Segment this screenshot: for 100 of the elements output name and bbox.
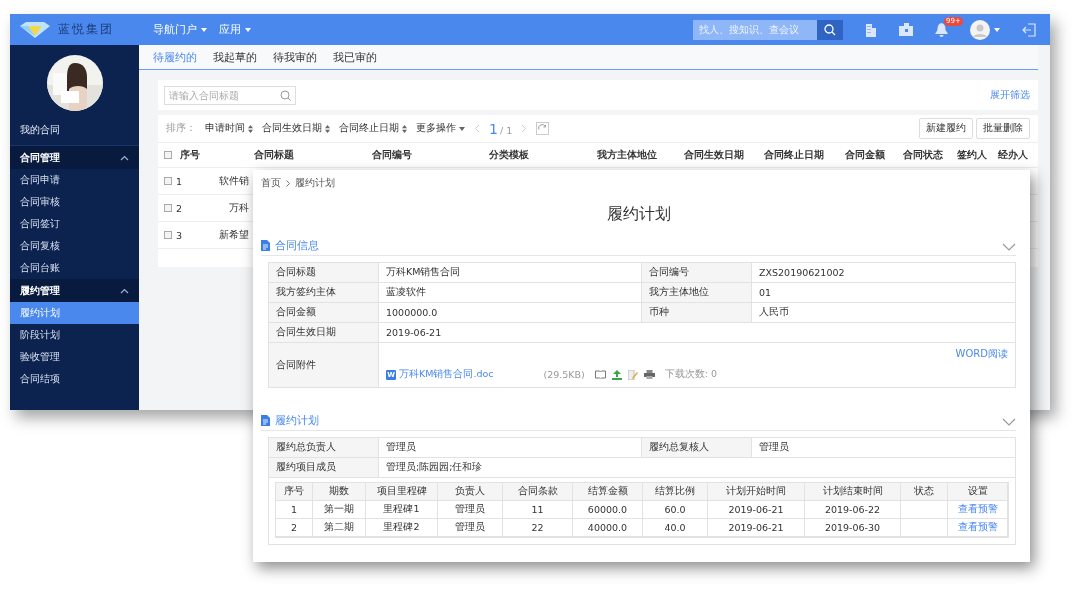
sidebar-group[interactable]: 履约管理 xyxy=(10,279,139,302)
sidebar-group[interactable]: 合同管理 xyxy=(10,146,139,169)
row-checkbox[interactable] xyxy=(164,204,172,212)
column-header: 分类模板 xyxy=(488,148,530,162)
table-cell: 里程碑2 xyxy=(366,519,438,537)
sidebar-item[interactable]: 合同签订 xyxy=(10,213,139,235)
sort-icon xyxy=(248,124,253,133)
column-header: 计划结束时间 xyxy=(805,483,901,501)
table-cell: 11 xyxy=(503,501,573,519)
toolbar-button[interactable]: 批量删除 xyxy=(976,118,1030,139)
column-header: 合同金额 xyxy=(844,148,886,162)
book-icon[interactable] xyxy=(594,370,606,379)
download-count: 下载次数: 0 xyxy=(664,368,718,381)
row-checkbox[interactable] xyxy=(164,177,172,185)
sidebar-item[interactable]: 合同结项 xyxy=(10,368,139,390)
sidebar-item[interactable]: 合同审核 xyxy=(10,191,139,213)
bell-icon[interactable] xyxy=(935,22,948,37)
tab[interactable]: 我已审的 xyxy=(333,49,377,65)
section-title: 履约计划 xyxy=(275,412,319,428)
sidebar-item[interactable]: 合同复核 xyxy=(10,235,139,257)
field-label: 我方主体地位 xyxy=(642,283,752,302)
column-header: 设置 xyxy=(948,483,1008,501)
column-header: 结算金额 xyxy=(573,483,643,501)
sort-icon xyxy=(325,124,330,133)
breadcrumb-link[interactable]: 首页 xyxy=(261,176,281,190)
table-cell-text: 2 xyxy=(176,202,184,214)
tab[interactable]: 待我审的 xyxy=(273,49,317,65)
previous-page-icon[interactable] xyxy=(474,124,480,133)
sort-option[interactable]: 申请时间 xyxy=(205,122,253,135)
table-cell: 2 xyxy=(276,519,313,537)
collapse-icon[interactable] xyxy=(120,154,129,161)
view-warning-link[interactable]: 查看预警 xyxy=(957,521,998,534)
search-button[interactable] xyxy=(817,19,843,40)
table-cell: 2019-06-21 xyxy=(708,519,805,537)
table-cell: 22 xyxy=(503,519,573,537)
file-size: (29.5KB) xyxy=(543,369,585,380)
field-label: 履约总复核人 xyxy=(642,438,752,457)
field-label: 履约总负责人 xyxy=(269,438,379,457)
download-icon[interactable] xyxy=(611,369,622,380)
column-header: 项目里程碑 xyxy=(366,483,438,501)
field-value: 人民币 xyxy=(758,305,790,319)
table-cell: 里程碑1 xyxy=(366,501,438,519)
search-icon xyxy=(280,89,291,101)
sort-label: 排序： xyxy=(166,122,196,135)
building-icon[interactable] xyxy=(865,22,877,37)
section-title: 合同信息 xyxy=(275,237,319,253)
sort-option[interactable]: 合同生效日期 xyxy=(262,122,330,135)
sidebar-item[interactable]: 验收管理 xyxy=(10,346,139,368)
row-checkbox[interactable] xyxy=(164,231,172,239)
avatar-icon[interactable] xyxy=(970,19,990,40)
caret-icon xyxy=(245,27,251,32)
caret-icon xyxy=(994,27,1000,32)
tab[interactable]: 我起草的 xyxy=(213,49,257,65)
caret-icon xyxy=(201,27,207,32)
document-icon xyxy=(261,414,270,426)
refresh-button[interactable] xyxy=(536,122,550,135)
field-value: 管理员;陈园园;任和珍 xyxy=(385,460,484,474)
search-icon xyxy=(824,23,836,36)
page-title: 履约计划 xyxy=(605,204,672,225)
field-label: 合同编号 xyxy=(642,263,752,282)
sidebar-item[interactable]: 阶段计划 xyxy=(10,324,139,346)
field-label: 履约项目成员 xyxy=(269,458,379,477)
sidebar-item[interactable]: 合同台账 xyxy=(10,257,139,279)
tab[interactable]: 待履约的 xyxy=(153,49,197,65)
breadcrumb-current: 履约计划 xyxy=(295,176,335,190)
column-header: 经办人 xyxy=(997,148,1029,162)
field-value: ZXS20190621002 xyxy=(758,266,846,280)
column-header: 结算比例 xyxy=(643,483,708,501)
column-header: 合同条款 xyxy=(503,483,573,501)
more-actions-menu[interactable]: 更多操作 xyxy=(416,122,465,135)
toolbar-button[interactable]: 新建履约 xyxy=(919,118,973,139)
search-field[interactable]: 请输入合同标题 xyxy=(164,85,296,105)
section-header[interactable]: 履约计划 xyxy=(261,410,1016,431)
edit-icon[interactable] xyxy=(627,369,638,380)
column-header: 合同生效日期 xyxy=(683,148,745,162)
table-cell-text: 1 xyxy=(176,175,184,187)
field-value: 管理员 xyxy=(758,440,790,454)
field-label: 币种 xyxy=(642,303,752,322)
next-page-icon[interactable] xyxy=(521,124,528,133)
table-cell: 管理员 xyxy=(438,519,503,537)
sort-option[interactable]: 合同终止日期 xyxy=(339,122,407,135)
sidebar-item[interactable]: 合同申请 xyxy=(10,169,139,191)
column-header: 状态 xyxy=(901,483,948,501)
word-read-link[interactable]: WORD阅读 xyxy=(955,347,1008,361)
section-header[interactable]: 合同信息 xyxy=(261,235,1016,256)
table-cell: 第二期 xyxy=(313,519,366,537)
view-warning-link[interactable]: 查看预警 xyxy=(957,503,998,516)
column-header: 期数 xyxy=(313,483,366,501)
field-label: 合同生效日期 xyxy=(269,323,379,342)
search-field[interactable]: 找人、搜知识、查会议 xyxy=(693,19,817,40)
print-icon[interactable] xyxy=(643,370,655,379)
briefcase-icon[interactable] xyxy=(899,23,913,36)
select-all-checkbox[interactable] xyxy=(164,151,172,159)
column-header: 序号 xyxy=(276,483,313,501)
column-header: 签约人 xyxy=(956,148,988,162)
field-label: 合同附件 xyxy=(269,343,379,387)
expand-filter-link[interactable]: 展开筛选 xyxy=(990,88,1030,102)
field-label: 我方签约主体 xyxy=(269,283,379,302)
logout-icon[interactable] xyxy=(1022,22,1036,37)
collapse-icon[interactable] xyxy=(120,287,129,294)
